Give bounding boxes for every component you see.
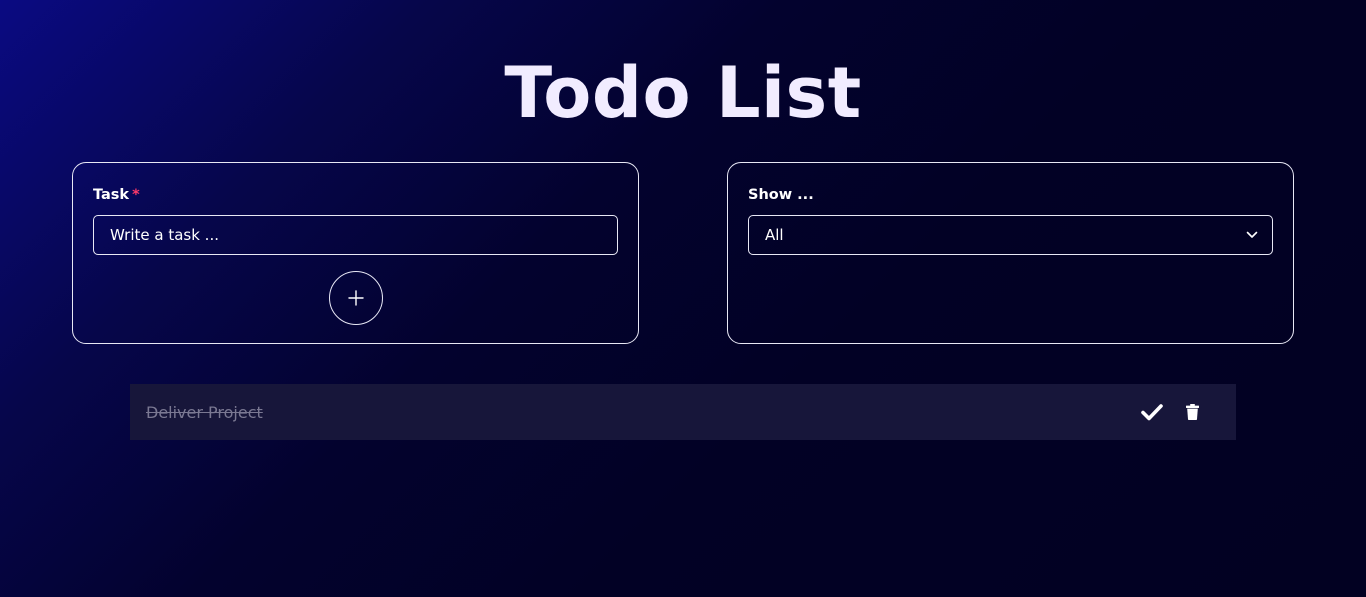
required-mark: *: [132, 187, 140, 203]
filter-selected-value: All: [765, 226, 784, 244]
add-task-button[interactable]: [329, 271, 383, 325]
task-card: Task *: [72, 162, 639, 344]
todo-item: Deliver Project: [130, 384, 1236, 440]
task-label-text: Task: [93, 187, 130, 203]
chevron-down-icon: [1246, 231, 1258, 238]
plus-icon: [348, 290, 364, 306]
trash-icon: [1185, 404, 1199, 420]
filter-select[interactable]: All: [748, 215, 1273, 255]
task-input[interactable]: [93, 215, 618, 255]
check-icon: [1141, 404, 1163, 421]
page-title: Todo List: [504, 52, 862, 134]
delete-button[interactable]: [1184, 402, 1200, 422]
todo-item-text: Deliver Project: [146, 402, 263, 422]
complete-button[interactable]: [1140, 400, 1164, 424]
task-label: Task *: [93, 187, 140, 203]
filter-label: Show ...: [748, 187, 814, 203]
filter-card: Show ... All: [727, 162, 1294, 344]
